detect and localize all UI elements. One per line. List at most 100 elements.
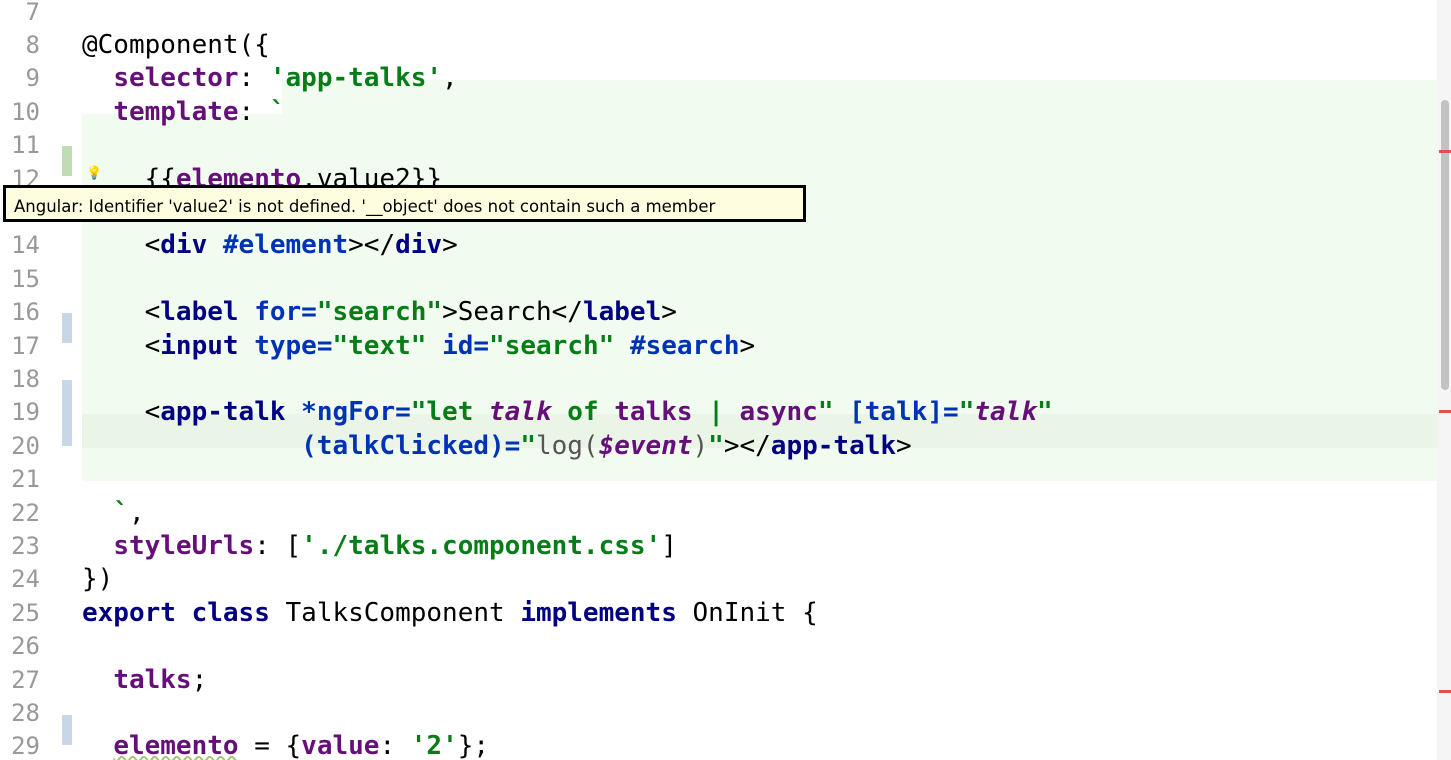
code-text[interactable]: <div #element></div> bbox=[82, 229, 458, 262]
line-number: 14 bbox=[11, 231, 40, 260]
code-line[interactable]: 10 template: ` bbox=[0, 96, 1437, 129]
code-line[interactable]: 7 bbox=[0, 0, 1437, 29]
line-number: 21 bbox=[11, 465, 40, 494]
code-line[interactable]: 25 export class TalksComponent implements… bbox=[0, 597, 1437, 630]
code-line[interactable]: 19 <app-talk *ngFor="let talk of talks |… bbox=[0, 396, 1437, 429]
code-line[interactable]: 20 (talkClicked)="log($event)"></app-tal… bbox=[0, 430, 1437, 463]
code-line[interactable]: 14 <div #element></div> bbox=[0, 229, 1437, 262]
code-token: ></ bbox=[723, 430, 771, 461]
code-line[interactable]: 15 bbox=[0, 263, 1437, 296]
code-token: elemento bbox=[113, 731, 239, 760]
code-token: @Component({ bbox=[82, 29, 270, 60]
code-token: label bbox=[160, 297, 239, 328]
code-token: './talks.component.css' bbox=[301, 530, 662, 561]
line-number: 17 bbox=[11, 331, 40, 360]
code-token: talks bbox=[113, 664, 192, 695]
code-token: ] bbox=[661, 530, 677, 561]
code-token: template bbox=[113, 96, 239, 127]
code-token: export bbox=[82, 597, 176, 628]
code-text[interactable]: (talkClicked)="log($event)"></app-talk> bbox=[82, 430, 912, 463]
code-token: app-talk bbox=[160, 397, 286, 428]
error-stripe-marker[interactable] bbox=[1439, 690, 1451, 693]
code-text[interactable]: <label for="search">Search</label> bbox=[82, 296, 677, 329]
code-text[interactable]: @Component({ bbox=[82, 29, 270, 62]
code-token: "search" bbox=[316, 297, 443, 328]
code-token: log( bbox=[535, 430, 599, 461]
line-number: 9 bbox=[25, 64, 40, 93]
code-token: of bbox=[551, 397, 615, 428]
code-line[interactable]: 28 bbox=[0, 697, 1437, 730]
code-token: talk bbox=[974, 397, 1037, 428]
code-line[interactable]: 27 talks; bbox=[0, 664, 1437, 697]
code-text[interactable]: selector: 'app-talks', bbox=[82, 62, 457, 95]
error-stripe-marker[interactable] bbox=[1439, 410, 1451, 413]
code-token: ` bbox=[113, 497, 129, 528]
vertical-scrollbar[interactable] bbox=[1437, 0, 1451, 760]
code-token: : [ bbox=[254, 530, 302, 561]
code-line[interactable]: 29 elemento = {value: '2'}; bbox=[0, 730, 1437, 760]
code-text[interactable]: export class TalksComponent implements O… bbox=[82, 597, 818, 630]
line-number: 16 bbox=[11, 298, 40, 327]
code-token: "text" bbox=[332, 330, 427, 361]
code-token: " bbox=[958, 397, 975, 428]
code-line[interactable]: 17 <input type="text" id="search" #searc… bbox=[0, 330, 1437, 363]
code-token: | bbox=[692, 397, 740, 428]
code-token: async bbox=[739, 397, 818, 428]
code-token: $event bbox=[598, 430, 693, 461]
code-text[interactable]: template: ` bbox=[82, 96, 286, 129]
code-token: > bbox=[739, 330, 756, 361]
code-line[interactable]: 16 <label for="search">Search</label> bbox=[0, 296, 1437, 329]
code-token: label bbox=[582, 297, 662, 328]
code-token: "search" bbox=[489, 330, 615, 361]
error-stripe-marker[interactable] bbox=[1439, 150, 1451, 153]
code-text[interactable]: }) bbox=[82, 563, 113, 596]
code-token: talks bbox=[614, 397, 693, 428]
line-number: 24 bbox=[11, 565, 40, 594]
code-token: " bbox=[708, 430, 724, 461]
code-line[interactable]: 9 selector: 'app-talks', bbox=[0, 62, 1437, 95]
code-line[interactable]: 8 @Component({ bbox=[0, 29, 1437, 62]
line-number: 23 bbox=[11, 531, 40, 560]
code-token: #element bbox=[222, 230, 349, 261]
line-number: 18 bbox=[11, 364, 40, 393]
line-number: 10 bbox=[11, 97, 40, 126]
code-token: > bbox=[896, 430, 912, 461]
code-token: , bbox=[128, 497, 145, 528]
code-line[interactable]: 21 bbox=[0, 463, 1437, 496]
code-line[interactable]: 18 bbox=[0, 363, 1437, 396]
code-text[interactable]: `, bbox=[82, 497, 145, 530]
line-number: 11 bbox=[11, 131, 40, 160]
code-text[interactable]: styleUrls: ['./talks.component.css'] bbox=[82, 530, 677, 563]
code-token: > bbox=[661, 297, 677, 328]
code-token: " bbox=[520, 430, 536, 461]
code-token: [talk]= bbox=[849, 397, 959, 428]
lightbulb-icon[interactable]: 💡 bbox=[86, 166, 102, 181]
code-text[interactable]: elemento = {value: '2'}; bbox=[82, 730, 489, 760]
code-text[interactable]: talks; bbox=[82, 664, 207, 697]
code-line[interactable]: 26 bbox=[0, 630, 1437, 663]
line-number: 19 bbox=[11, 398, 40, 427]
code-token: ` bbox=[269, 96, 286, 127]
code-text[interactable]: <input type="text" id="search" #search> bbox=[82, 330, 756, 363]
code-line[interactable]: 22 `, bbox=[0, 497, 1437, 530]
code-token: for= bbox=[254, 297, 317, 328]
code-editor[interactable]: 7 8 @Component({9 selector: 'app-talks', 10… bbox=[0, 0, 1451, 760]
code-token: app-talk bbox=[770, 430, 897, 461]
code-token: value bbox=[301, 731, 380, 760]
code-line[interactable]: 11 bbox=[0, 129, 1437, 162]
scrollbar-thumb[interactable] bbox=[1441, 100, 1449, 390]
code-line[interactable]: 24}) bbox=[0, 563, 1437, 596]
code-line[interactable]: 23 styleUrls: ['./talks.component.css'] bbox=[0, 530, 1437, 563]
code-token: >Search</ bbox=[442, 297, 583, 328]
code-token: TalksComponent bbox=[269, 597, 521, 628]
code-token: 'app-talks' bbox=[269, 63, 443, 94]
code-text[interactable]: <app-talk *ngFor="let talk of talks | as… bbox=[82, 396, 1053, 429]
code-token: #search bbox=[629, 330, 740, 361]
